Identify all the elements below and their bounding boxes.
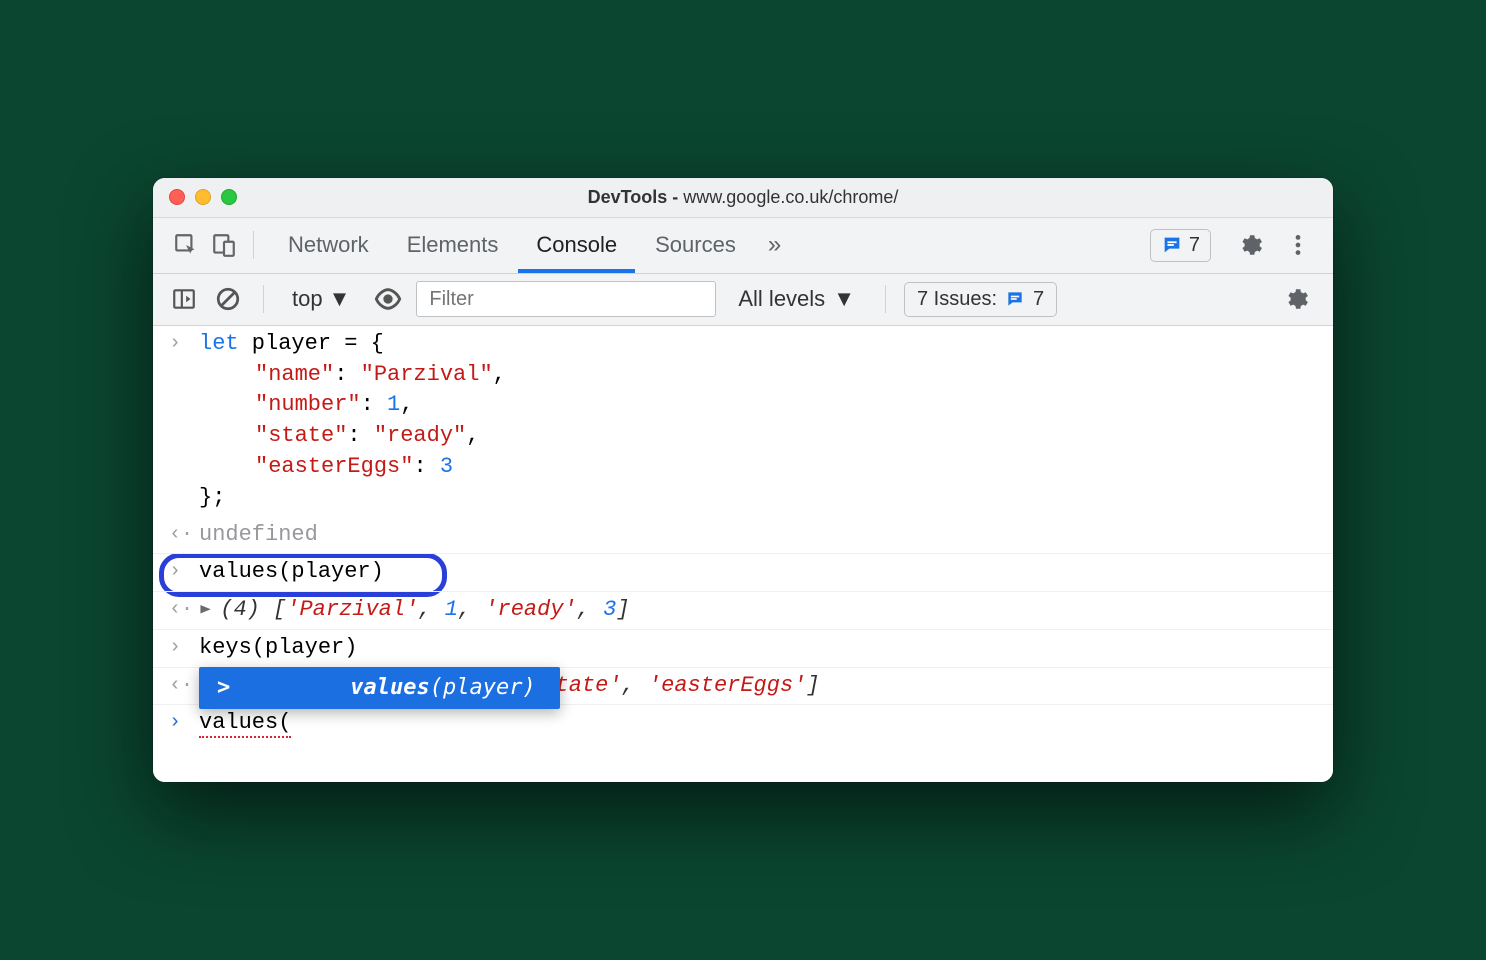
- chat-icon: [1005, 289, 1025, 309]
- output-chevron-icon: ‹·: [169, 671, 199, 700]
- console-toolbar: top ▼ All levels ▼ 7 Issues: 7: [153, 274, 1333, 326]
- sidebar-toggle-icon[interactable]: [167, 282, 201, 316]
- console-settings-icon[interactable]: [1273, 286, 1319, 312]
- code-line: let player = { "name": "Parzival", "numb…: [199, 329, 1323, 514]
- console-output-row: ‹· undefined: [153, 517, 1333, 555]
- messages-count: 7: [1189, 234, 1200, 257]
- undefined-output: undefined: [199, 520, 1323, 551]
- title-url: www.google.co.uk/chrome/: [683, 187, 898, 207]
- prompt-chevron-icon: ›: [169, 708, 199, 737]
- more-menu-icon[interactable]: [1275, 232, 1321, 258]
- window-controls: [169, 189, 237, 205]
- input-chevron-icon: ›: [169, 557, 199, 586]
- filter-input[interactable]: [429, 288, 703, 311]
- code-line: keys(player): [199, 633, 1323, 664]
- autocomplete-suggestion[interactable]: > values(player): [199, 667, 560, 710]
- code-line: values(player): [199, 557, 1323, 588]
- console-output: › let player = { "name": "Parzival", "nu…: [153, 326, 1333, 783]
- divider: [253, 231, 254, 259]
- output-chevron-icon: ‹·: [169, 520, 199, 549]
- log-levels-selector[interactable]: All levels ▼: [726, 286, 867, 312]
- console-prompt-row[interactable]: › values(: [153, 705, 1333, 742]
- inspect-element-icon[interactable]: [173, 232, 199, 258]
- maximize-window-button[interactable]: [221, 189, 237, 205]
- divider: [885, 285, 886, 313]
- input-chevron-icon: ›: [169, 329, 199, 358]
- console-input-row: › values(player): [153, 554, 1333, 592]
- console-prompt-input[interactable]: values(: [199, 708, 1323, 739]
- suggestion-text: values(player): [350, 673, 535, 704]
- levels-label: All levels: [738, 286, 825, 312]
- live-expression-icon[interactable]: [370, 281, 406, 317]
- settings-gear-icon[interactable]: [1227, 232, 1273, 258]
- context-label: top: [292, 286, 323, 312]
- messages-badge[interactable]: 7: [1150, 229, 1211, 262]
- main-tabbar: Network Elements Console Sources » 7: [153, 218, 1333, 274]
- more-tabs-button[interactable]: »: [756, 231, 793, 259]
- dropdown-icon: ▼: [329, 286, 351, 312]
- issues-count: 7: [1033, 288, 1044, 311]
- device-toolbar-icon[interactable]: [211, 232, 237, 258]
- tab-sources[interactable]: Sources: [637, 217, 754, 273]
- console-input-row: › keys(player): [153, 630, 1333, 668]
- array-output: ▸ (4) ['name', 'number', 'state', 'easte…: [199, 671, 1323, 702]
- context-selector[interactable]: top ▼: [282, 286, 360, 312]
- tab-console[interactable]: Console: [518, 217, 635, 273]
- output-chevron-icon: ‹·: [169, 595, 199, 624]
- issues-button[interactable]: 7 Issues: 7: [904, 282, 1057, 317]
- console-input-row: › let player = { "name": "Parzival", "nu…: [153, 326, 1333, 517]
- close-window-button[interactable]: [169, 189, 185, 205]
- titlebar: DevTools - www.google.co.uk/chrome/: [153, 178, 1333, 218]
- tab-network[interactable]: Network: [270, 217, 387, 273]
- suggestion-chevron-icon: >: [217, 673, 230, 704]
- chat-icon: [1161, 234, 1183, 256]
- dropdown-icon: ▼: [833, 286, 855, 312]
- issues-label: 7 Issues:: [917, 288, 997, 311]
- console-output-row[interactable]: ‹· (4) ['Parzival', 1, 'ready', 3]: [153, 592, 1333, 630]
- input-chevron-icon: ›: [169, 633, 199, 662]
- title-prefix: DevTools -: [588, 187, 684, 207]
- tab-elements[interactable]: Elements: [389, 217, 517, 273]
- divider: [263, 285, 264, 313]
- console-output-row[interactable]: ‹· ▸ (4) ['name', 'number', 'state', 'ea…: [153, 668, 1333, 706]
- filter-input-box[interactable]: [416, 281, 716, 317]
- window-title: DevTools - www.google.co.uk/chrome/: [588, 187, 899, 208]
- array-output: (4) ['Parzival', 1, 'ready', 3]: [199, 595, 1323, 626]
- minimize-window-button[interactable]: [195, 189, 211, 205]
- devtools-window: DevTools - www.google.co.uk/chrome/ Netw…: [153, 178, 1333, 783]
- clear-console-icon[interactable]: [211, 282, 245, 316]
